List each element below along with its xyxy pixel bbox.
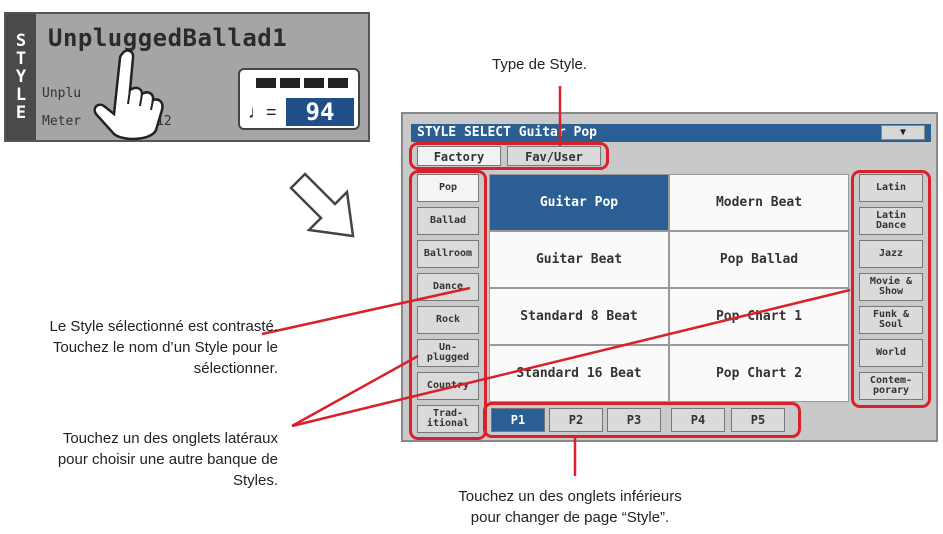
annotation-line: Touchez un des onglets latéraux [62,430,278,447]
annotation-line: Styles. [232,472,278,489]
annotation-line: sélectionner. [193,360,278,377]
annotation-bottom-tabs: Touchez un des onglets inférieurs pour c… [400,486,740,528]
annotation-selected: Le Style sélectionné est contrasté. Touc… [6,316,278,379]
annotation-line: Touchez un des onglets inférieurs [458,488,682,505]
annotation-line: pour choisir une autre banque de [57,451,278,468]
leader-line-side-left [291,354,419,428]
annotation-line: Touchez le nom d’un Style pour le [52,339,278,356]
annotation-line: pour changer de page “Style”. [470,509,670,526]
leader-line-side-right [291,288,851,428]
annotation-side-tabs: Touchez un des onglets latéraux pour cho… [2,428,278,491]
leader-line-selected [261,286,471,336]
annotation-line: Le Style sélectionné est contrasté. [49,318,278,335]
